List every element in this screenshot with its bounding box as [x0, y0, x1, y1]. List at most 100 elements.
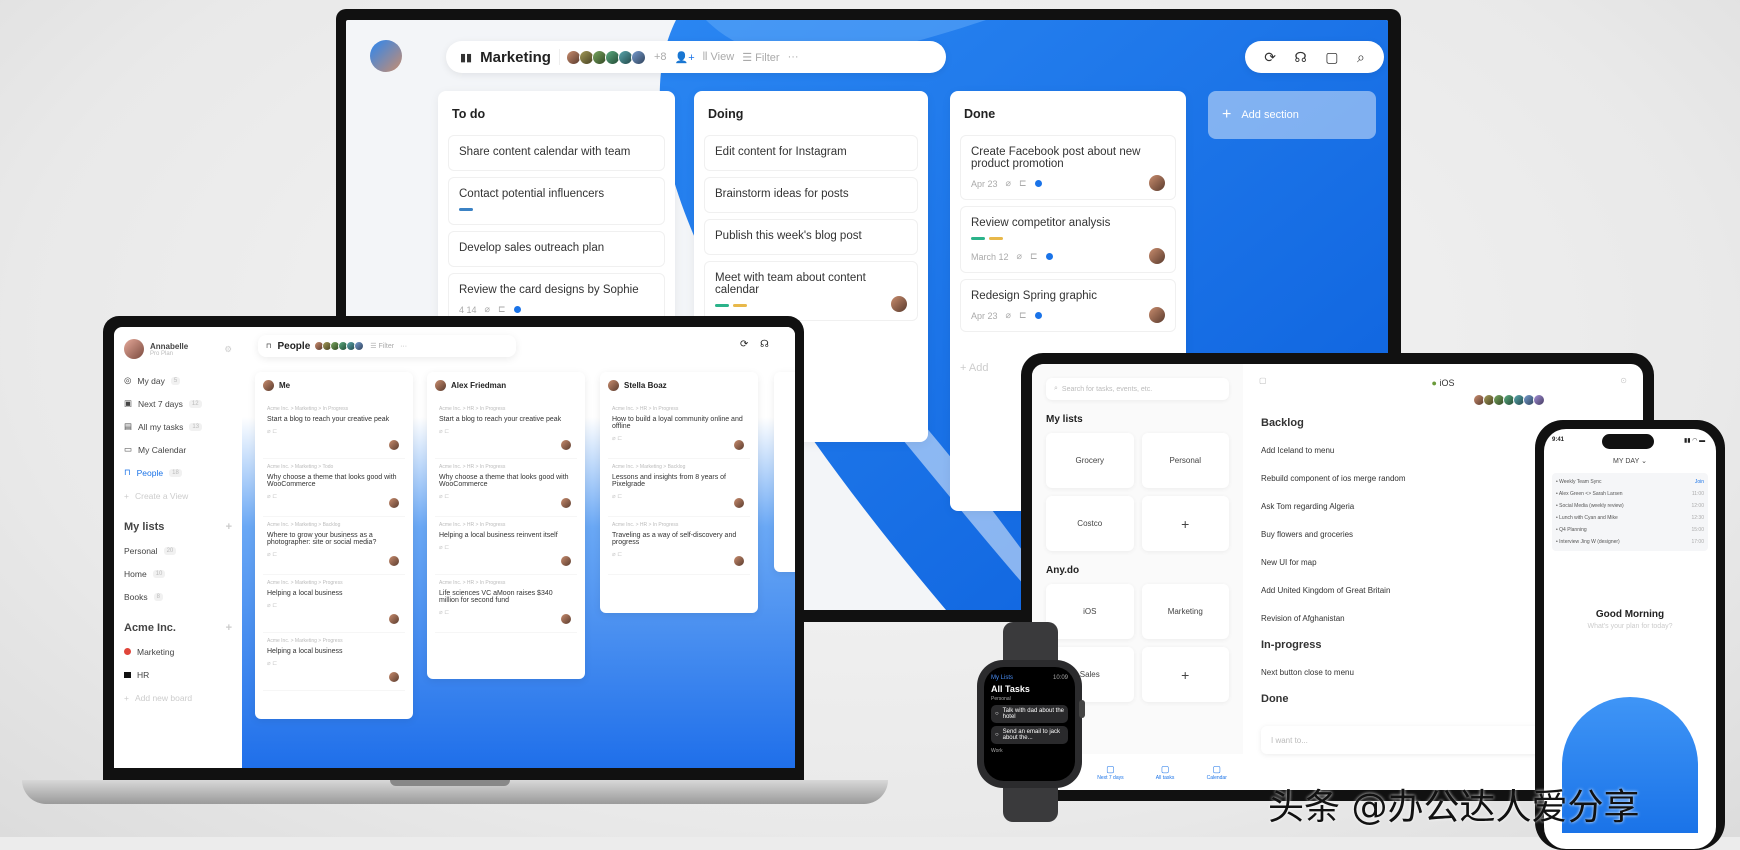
task-card[interactable]: Share content calendar with team: [448, 135, 665, 171]
list-tile[interactable]: +: [1141, 496, 1229, 551]
user-profile[interactable]: Annabelle Pro Plan ⚙: [124, 339, 232, 359]
task-card[interactable]: Acme Inc. > Marketing > Progress Helping …: [263, 633, 405, 691]
calendar-event[interactable]: • Social Media (weekly review) 12:00: [1556, 500, 1704, 512]
task-title: Start a blog to reach your creative peak: [267, 416, 390, 423]
notifications-icon[interactable]: ▢: [1259, 376, 1267, 385]
tab-next-7-days[interactable]: ▢ Next 7 days: [1097, 764, 1123, 781]
list-tile[interactable]: +: [1141, 647, 1229, 702]
nav-label: My day: [137, 375, 165, 386]
nav-item-my-calendar[interactable]: ▭ My Calendar: [124, 438, 232, 461]
member-avatar[interactable]: [630, 49, 646, 65]
add-list-icon[interactable]: +: [226, 521, 232, 533]
add-board-label: Add new board: [134, 692, 193, 703]
search-input[interactable]: ⌕ Search for tasks, events, etc.: [1046, 378, 1229, 400]
task-card[interactable]: Contact potential influencers: [448, 177, 665, 225]
calendar-event[interactable]: • Interview Jing W (designer) 17:00: [1556, 536, 1704, 548]
tab-all-tasks[interactable]: ▢ All tasks: [1156, 764, 1175, 781]
list-item[interactable]: Personal 20: [124, 539, 232, 562]
task-icons: ⌀ ⊏: [267, 603, 278, 609]
task-date: 4 14: [459, 304, 477, 315]
task-card[interactable]: Acme Inc. > Marketing > Progress Helping …: [263, 575, 405, 633]
list-item[interactable]: Home 10: [124, 562, 232, 585]
member-avatars[interactable]: [1261, 394, 1625, 406]
calendar-event[interactable]: • Q4 Planning 15:00: [1556, 524, 1704, 536]
task-card[interactable]: Acme Inc. > HR > In Progress How to build…: [608, 401, 750, 459]
settings-icon[interactable]: ⚙: [224, 344, 232, 355]
list-tile[interactable]: Costco: [1046, 496, 1134, 551]
greeting: Good Morning: [1595, 609, 1665, 620]
calendar-event[interactable]: • Alex Green <> Sarah Larsen 11:00: [1556, 488, 1704, 500]
filter-button[interactable]: ☰ Filter: [742, 51, 779, 64]
add-board-icon[interactable]: +: [226, 622, 232, 634]
task-card[interactable]: Acme Inc. > HR > In Progress Start a blog…: [435, 401, 577, 459]
watch-task[interactable]: ○ Talk with dad about the hotel: [991, 705, 1068, 723]
bookmark-icon: ⊓: [266, 343, 272, 350]
task-card[interactable]: Acme Inc. > HR > In Progress Why choose a…: [435, 459, 577, 517]
more-button[interactable]: ···: [400, 343, 407, 350]
view-button[interactable]: ⦀ View: [703, 51, 735, 64]
task-icons: ⌀ ⊏: [439, 429, 450, 435]
task-meta: Apr 23 ⌀ ⊏: [971, 178, 1165, 189]
support-headset-icon[interactable]: ☊: [1294, 49, 1306, 66]
task-card[interactable]: Meet with team about content calendar: [704, 261, 918, 321]
watch-header[interactable]: My Lists: [991, 675, 1013, 681]
task-title: Share content calendar with team: [459, 146, 631, 158]
status-time: 9:41: [1552, 437, 1565, 443]
tab-icon: ▢: [1106, 763, 1115, 774]
tab-calendar[interactable]: ▢ Calendar: [1207, 764, 1227, 781]
task-card[interactable]: Publish this week's blog post: [704, 219, 918, 255]
nav-item-all-my-tasks[interactable]: ▤ All my tasks 13: [124, 415, 232, 438]
nav-item-my-day[interactable]: ◎ My day 5: [124, 369, 232, 392]
task-card[interactable]: Acme Inc. > HR > In Progress Traveling as…: [608, 517, 750, 575]
my-day-title[interactable]: MY DAY ⌄: [1544, 457, 1716, 465]
notifications-icon[interactable]: ▢: [1325, 49, 1338, 66]
member-avatar[interactable]: [1533, 394, 1545, 406]
board-item-hr[interactable]: HR: [124, 663, 232, 686]
list-tile[interactable]: iOS: [1046, 584, 1134, 639]
task-card[interactable]: Acme Inc. > Marketing > Backlog Where to …: [263, 517, 405, 575]
list-tile[interactable]: Marketing: [1141, 584, 1229, 639]
user-avatar[interactable]: [370, 40, 402, 72]
tab-icon: ▢: [1212, 763, 1221, 774]
sync-icon[interactable]: ⟳: [1264, 49, 1276, 66]
task-card[interactable]: Acme Inc. > HR > In Progress Life science…: [435, 575, 577, 633]
task-breadcrumb: Acme Inc. > HR > In Progress: [439, 464, 506, 470]
task-card[interactable]: Review competitor analysis March 12 ⌀ ⊏: [960, 206, 1176, 273]
assignee-avatar: [389, 440, 399, 450]
calendar-event[interactable]: • Weekly Team Sync Join: [1556, 476, 1704, 488]
nav-item-people[interactable]: ⊓ People 18: [124, 461, 232, 484]
calendar-event[interactable]: • Lunch with Cyan and Mike 12:30: [1556, 512, 1704, 524]
add-board-button[interactable]: + Add new board: [124, 686, 232, 709]
task-card[interactable]: Acme Inc. > Marketing > In Progress Start…: [263, 401, 405, 459]
add-member-icon[interactable]: 👤+: [675, 51, 695, 64]
calendar-events: • Weekly Team Sync Join • Alex Green <> Sa…: [1552, 473, 1708, 551]
list-tile[interactable]: Personal: [1141, 433, 1229, 488]
filter-button[interactable]: ☰ Filter: [370, 342, 394, 350]
support-headset-icon[interactable]: ☊: [760, 339, 769, 350]
task-card[interactable]: Acme Inc. > Marketing > Backlog Lessons a…: [608, 459, 750, 517]
task-card[interactable]: Create Facebook post about new product p…: [960, 135, 1176, 200]
more-icon[interactable]: ⊙: [1620, 376, 1627, 385]
list-item[interactable]: Books 8: [124, 585, 232, 608]
search-icon[interactable]: ⌕: [1357, 49, 1365, 66]
task-card[interactable]: Brainstorm ideas for posts: [704, 177, 918, 213]
task-card[interactable]: Redesign Spring graphic Apr 23 ⌀ ⊏: [960, 279, 1176, 332]
task-card[interactable]: Develop sales outreach plan: [448, 231, 665, 267]
member-avatars[interactable]: [565, 49, 646, 65]
add-section-button[interactable]: + Add section: [1208, 91, 1376, 139]
list-tile[interactable]: Grocery: [1046, 433, 1134, 488]
member-avatars[interactable]: [314, 341, 365, 351]
dynamic-island: [1602, 434, 1654, 449]
task-card[interactable]: Acme Inc. > HR > In Progress Helping a lo…: [435, 517, 577, 575]
task-card[interactable]: Edit content for Instagram: [704, 135, 918, 171]
nav-item-next-7-days[interactable]: ▣ Next 7 days 12: [124, 392, 232, 415]
create-view-button[interactable]: + Create a View: [124, 484, 232, 507]
project-title: ● iOS: [1261, 378, 1625, 388]
board-item-marketing[interactable]: Marketing: [124, 640, 232, 663]
sync-icon[interactable]: ⟳: [740, 339, 748, 350]
member-avatar[interactable]: [354, 341, 365, 351]
more-button[interactable]: ···: [788, 51, 799, 63]
task-card[interactable]: Acme Inc. > Marketing > Todo Why choose a…: [263, 459, 405, 517]
event-time: 12:00: [1691, 503, 1704, 509]
watch-task[interactable]: ○ Send an email to jack about the...: [991, 726, 1068, 744]
